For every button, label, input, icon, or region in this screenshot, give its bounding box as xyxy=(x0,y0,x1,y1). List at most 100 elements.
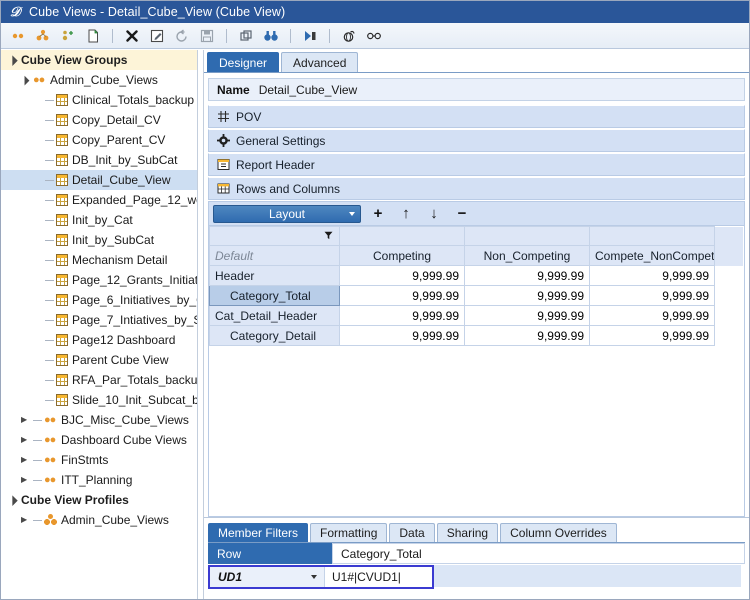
tree-item-cube-view[interactable]: Init_by_Cat xyxy=(1,210,197,230)
grid-cell[interactable]: 9,999.99 xyxy=(339,325,465,346)
section-report-header[interactable]: Report Header xyxy=(208,153,745,176)
tree-connector xyxy=(45,279,54,281)
section-general-settings[interactable]: General Settings xyxy=(208,129,745,152)
new-document-icon[interactable] xyxy=(84,27,102,45)
grid-cell[interactable]: 9,999.99 xyxy=(589,285,715,306)
tree-item-label: Page_12_Grants_Initiatives_ xyxy=(72,273,198,287)
grid-cell[interactable]: 9,999.99 xyxy=(464,305,590,326)
tree-item-cube-view[interactable]: Parent Cube View xyxy=(1,350,197,370)
grid-cell[interactable]: 9,999.99 xyxy=(339,285,465,306)
grid-cell[interactable]: 9,999.99 xyxy=(464,285,590,306)
row-name-value[interactable]: Category_Total xyxy=(332,543,745,564)
expand-collapse-icon[interactable] xyxy=(21,476,33,484)
execute-icon[interactable] xyxy=(301,27,319,45)
dots-pair-icon[interactable] xyxy=(9,27,27,45)
glasses-icon[interactable] xyxy=(365,27,383,45)
tab-advanced[interactable]: Advanced xyxy=(281,52,359,72)
move-down-button[interactable]: ↓ xyxy=(423,204,445,224)
grid-cell[interactable]: 9,999.99 xyxy=(589,265,715,286)
bottom-tab-column-overrides[interactable]: Column Overrides xyxy=(500,523,617,542)
tree-item-cube-view[interactable]: Copy_Parent_CV xyxy=(1,130,197,150)
section-pov[interactable]: POV xyxy=(208,105,745,128)
tree-item-cube-view[interactable]: Copy_Detail_CV xyxy=(1,110,197,130)
expand-collapse-icon[interactable] xyxy=(21,436,33,444)
tree-item-profile[interactable]: Admin_Cube_Views xyxy=(1,510,197,530)
remove-row-button[interactable]: − xyxy=(451,204,473,224)
expand-collapse-icon[interactable] xyxy=(21,516,33,524)
save-icon[interactable] xyxy=(198,27,216,45)
tree-item-group[interactable]: ●● Dashboard Cube Views xyxy=(1,430,197,450)
bottom-tab-member-filters[interactable]: Member Filters xyxy=(208,523,309,542)
expand-collapse-icon[interactable] xyxy=(21,416,33,424)
grid-cell[interactable]: 9,999.99 xyxy=(339,305,465,326)
cube-view-grid-icon xyxy=(56,374,68,386)
grid-cell[interactable]: 9,999.99 xyxy=(339,265,465,286)
grid-column-header[interactable]: Competing xyxy=(339,245,465,266)
tree-group-admin-cube-views[interactable]: ●● Admin_Cube_Views xyxy=(1,70,197,90)
tab-designer[interactable]: Designer xyxy=(207,52,280,72)
tree-item-group[interactable]: ●● ITT_Planning xyxy=(1,470,197,490)
bottom-tab-formatting[interactable]: Formatting xyxy=(310,523,388,542)
grid-filter-cell[interactable] xyxy=(339,226,465,246)
tree-item-cube-view[interactable]: RFA_Par_Totals_backup xyxy=(1,370,197,390)
tree-item-cube-view[interactable]: DB_Init_by_SubCat xyxy=(1,150,197,170)
layout-dropdown[interactable]: Layout xyxy=(213,204,361,223)
edit-icon[interactable] xyxy=(148,27,166,45)
filter-icon[interactable] xyxy=(209,226,340,246)
tree-root-cube-view-profiles[interactable]: Cube View Profiles xyxy=(1,490,197,510)
expand-collapse-icon[interactable] xyxy=(9,496,21,505)
table-row[interactable]: Category_Total 9,999.99 9,999.99 9,999.99 xyxy=(209,285,744,306)
tree-item-cube-view[interactable]: Mechanism Detail xyxy=(1,250,197,270)
table-row[interactable]: Category_Detail 9,999.99 9,999.99 9,999.99 xyxy=(209,325,744,346)
gear-icon xyxy=(216,134,230,148)
grid-column-header[interactable]: Compete_NonCompete xyxy=(589,245,715,266)
grid-cell[interactable]: 9,999.99 xyxy=(589,325,715,346)
tree-item-cube-view[interactable]: Page12 Dashboard xyxy=(1,330,197,350)
bottom-tab-data[interactable]: Data xyxy=(389,523,435,542)
tree-item-cube-view[interactable]: Slide_10_Init_Subcat_by_M xyxy=(1,390,197,410)
tree-item-cube-view[interactable]: Page_6_Initiatives_by_Cated xyxy=(1,290,197,310)
bottom-tab-sharing[interactable]: Sharing xyxy=(436,523,499,542)
expand-collapse-icon[interactable] xyxy=(21,456,33,464)
layout-grid-table: Default Competing Non_Competing Compete_Non… xyxy=(209,226,744,346)
tree-item-cube-view[interactable]: Detail_Cube_View xyxy=(1,170,197,190)
add-member-icon[interactable] xyxy=(59,27,77,45)
expand-collapse-icon[interactable] xyxy=(9,56,21,65)
move-up-button[interactable]: ↑ xyxy=(395,204,417,224)
grid-cell[interactable]: 9,999.99 xyxy=(464,265,590,286)
tree-item-group[interactable]: ●● FinStmts xyxy=(1,450,197,470)
table-row[interactable]: Header 9,999.99 9,999.99 9,999.99 xyxy=(209,265,744,286)
grid-cell[interactable]: 9,999.99 xyxy=(589,305,715,326)
tree-item-cube-view[interactable]: Expanded_Page_12_workin xyxy=(1,190,197,210)
expand-collapse-icon[interactable] xyxy=(21,76,33,85)
filter-expression-input[interactable]: U1#|CVUD1| xyxy=(324,567,432,587)
name-input[interactable]: Detail_Cube_View xyxy=(259,83,358,97)
undo-icon[interactable] xyxy=(173,27,191,45)
grid-column-header[interactable]: Non_Competing xyxy=(464,245,590,266)
grid-cell[interactable]: 9,999.99 xyxy=(464,325,590,346)
cube-view-grid-icon xyxy=(56,274,68,286)
grid-row-label[interactable]: Category_Detail xyxy=(209,325,340,346)
section-rows-and-columns[interactable]: Rows and Columns xyxy=(208,177,745,200)
grid-row-label[interactable]: Category_Total xyxy=(209,285,340,306)
grid-filter-cell[interactable] xyxy=(464,226,590,246)
copy-icon[interactable] xyxy=(237,27,255,45)
tree-root-cube-view-groups[interactable]: Cube View Groups xyxy=(1,50,197,70)
find-binoculars-icon[interactable] xyxy=(262,27,280,45)
grid-row-label[interactable]: Header xyxy=(209,265,340,286)
tree-item-group[interactable]: ●● BJC_Misc_Cube_Views xyxy=(1,410,197,430)
grid-row-label[interactable]: Cat_Detail_Header xyxy=(209,305,340,326)
tree-view: Cube View Groups ●● Admin_Cube_Views Cli… xyxy=(1,50,197,530)
group-members-icon[interactable] xyxy=(34,27,52,45)
delete-icon[interactable] xyxy=(123,27,141,45)
dimension-dropdown[interactable]: UD1 xyxy=(210,567,324,587)
grid-filter-cell[interactable] xyxy=(589,226,715,246)
tree-item-cube-view[interactable]: Page_12_Grants_Initiatives_ xyxy=(1,270,197,290)
table-row[interactable]: Cat_Detail_Header 9,999.99 9,999.99 9,999.9… xyxy=(209,305,744,326)
tree-item-cube-view[interactable]: Clinical_Totals_backup xyxy=(1,90,197,110)
tree-connector xyxy=(45,179,54,181)
tree-item-cube-view[interactable]: Init_by_SubCat xyxy=(1,230,197,250)
settings-globe-icon[interactable] xyxy=(340,27,358,45)
add-row-button[interactable]: + xyxy=(367,204,389,224)
tree-item-cube-view[interactable]: Page_7_Intiatives_by_SubCa xyxy=(1,310,197,330)
